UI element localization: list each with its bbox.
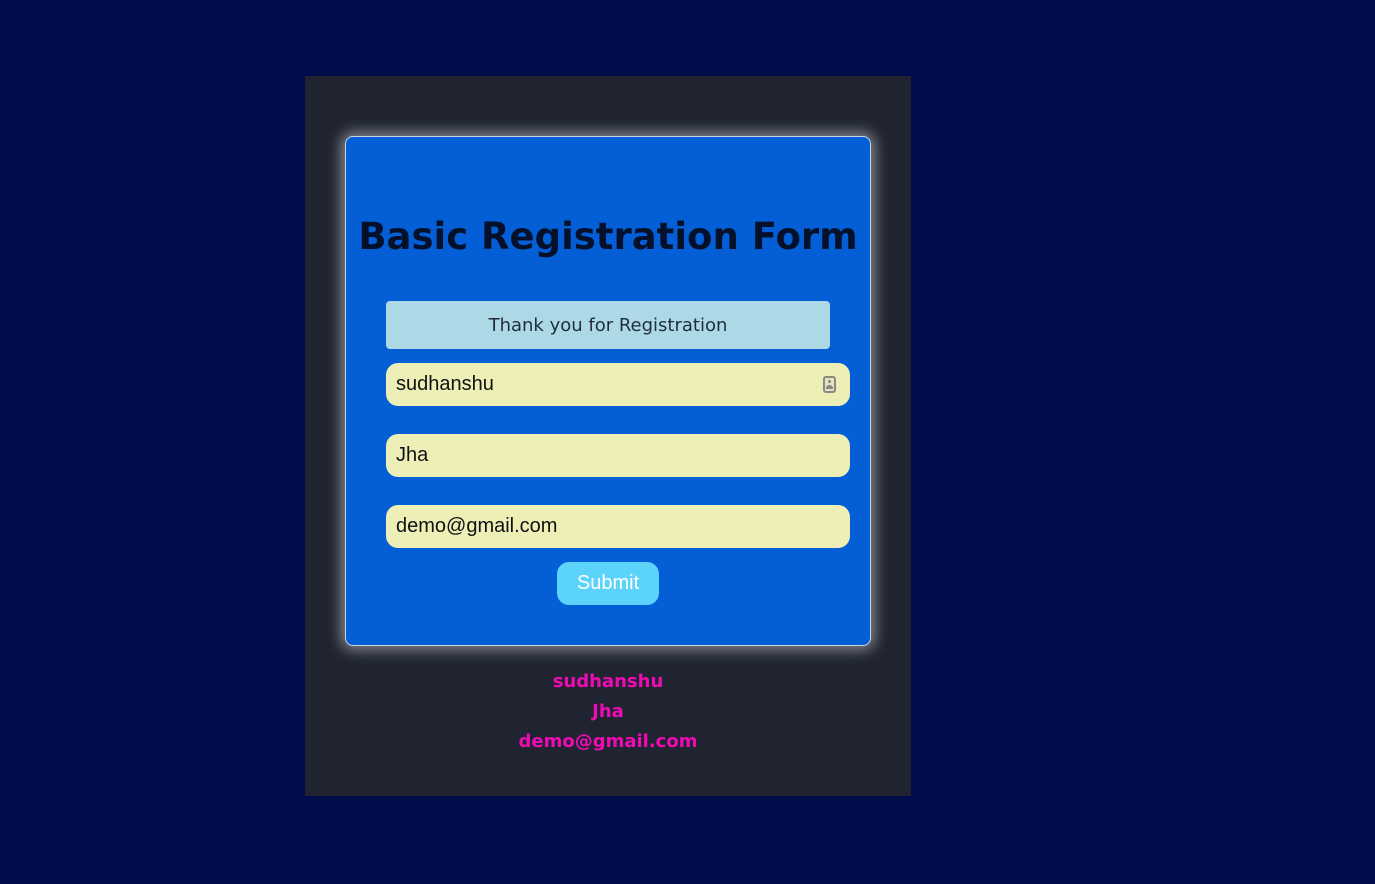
last-name-input[interactable] xyxy=(386,434,850,477)
output-email: demo@gmail.com xyxy=(518,731,698,752)
success-message: Thank you for Registration xyxy=(386,301,830,349)
form-title: Basic Registration Form xyxy=(358,215,858,258)
email-input[interactable] xyxy=(386,505,850,548)
app-container: Basic Registration Form Thank you for Re… xyxy=(305,76,911,796)
registration-form: Basic Registration Form Thank you for Re… xyxy=(345,136,871,646)
contact-card-icon[interactable] xyxy=(823,376,836,393)
first-name-input[interactable] xyxy=(386,363,850,406)
submit-button[interactable]: Submit xyxy=(557,562,659,605)
output-last-name: Jha xyxy=(592,701,624,722)
output-first-name: sudhanshu xyxy=(552,671,664,692)
submitted-output: sudhanshu Jha demo@gmail.com xyxy=(305,669,911,759)
